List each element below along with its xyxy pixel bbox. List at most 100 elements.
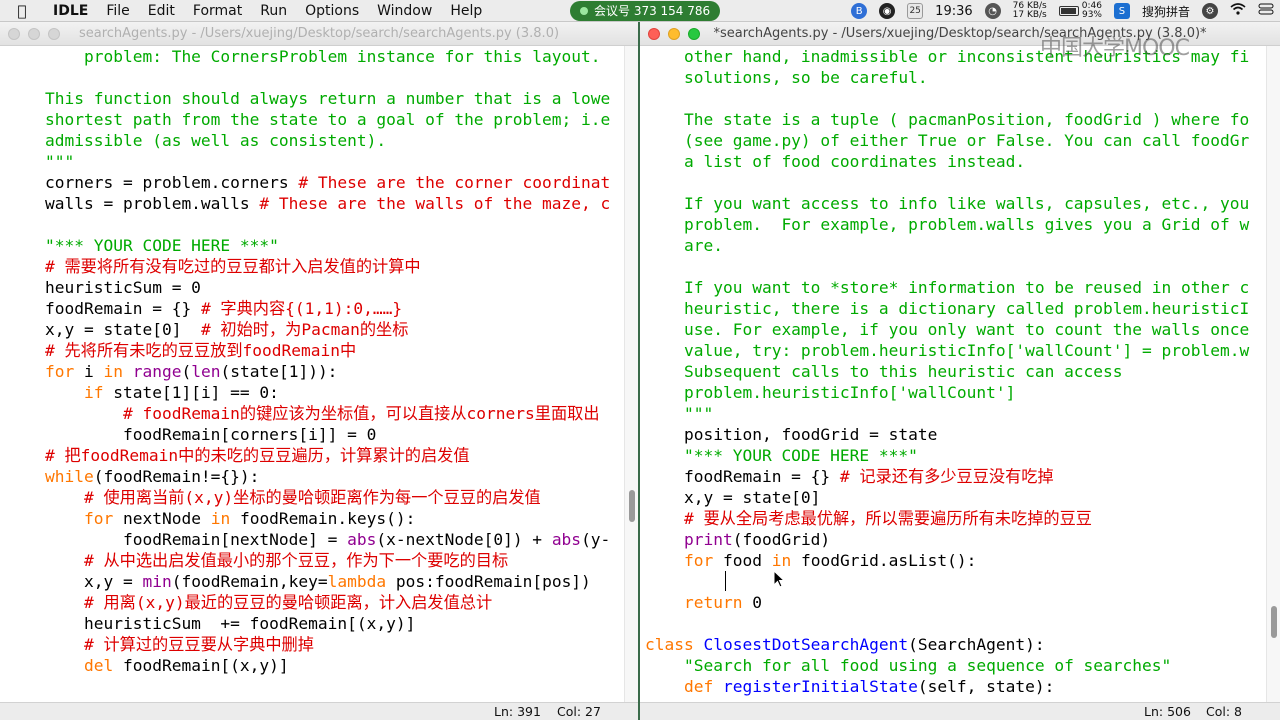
code-line[interactable]: del foodRemain[(x,y)] xyxy=(0,655,624,676)
code-line[interactable]: print(foodGrid) xyxy=(640,529,1266,550)
code-line[interactable]: admissible (as well as consistent). xyxy=(0,130,624,151)
code-line[interactable]: heuristicSum = 0 xyxy=(0,277,624,298)
apple-menu-icon[interactable]:  xyxy=(0,2,44,20)
code-line[interactable]: # 把foodRemain中的未吃的豆豆遍历，计算累计的启发值 xyxy=(0,445,624,466)
code-line[interactable]: foodRemain[corners[i]] = 0 xyxy=(0,424,624,445)
code-line[interactable]: walls = problem.walls # These are the wa… xyxy=(0,193,624,214)
code-line[interactable] xyxy=(0,214,624,235)
code-line[interactable]: x,y = state[0] xyxy=(640,487,1266,508)
wifi-icon[interactable] xyxy=(1230,3,1246,19)
meeting-badge[interactable]: 会议号 373 154 786 xyxy=(570,1,721,21)
code-line[interactable]: class ClosestDotSearchAgent(SearchAgent)… xyxy=(640,634,1266,655)
status-area: B ◉ 25 19:36 ◔ 76 KB/s 17 KB/s 0:46 93% S… xyxy=(851,0,1274,22)
code-line[interactable]: corners = problem.corners # These are th… xyxy=(0,172,624,193)
vertical-scrollbar[interactable] xyxy=(624,46,638,702)
title-bar[interactable]: searchAgents.py - /Users/xuejing/Desktop… xyxy=(0,22,638,46)
code-line[interactable]: def registerInitialState(self, state): xyxy=(640,676,1266,697)
zoom-icon[interactable] xyxy=(48,28,60,40)
code-line[interactable]: The state is a tuple ( pacmanPosition, f… xyxy=(640,109,1266,130)
code-line[interactable]: If you want to *store* information to be… xyxy=(640,277,1266,298)
code-line[interactable]: "*** YOUR CODE HERE ***" xyxy=(640,445,1266,466)
code-token: # 要从全局考虑最优解，所以需要遍历所有未吃掉的豆豆 xyxy=(683,509,1092,528)
code-token: min xyxy=(142,572,172,591)
code-line[interactable]: while(foodRemain!={}): xyxy=(0,466,624,487)
code-line[interactable]: value, try: problem.heuristicInfo['wallC… xyxy=(640,340,1266,361)
code-line[interactable]: # 需要将所有没有吃过的豆豆都计入启发值的计算中 xyxy=(0,256,624,277)
camera-app-icon[interactable]: ◉ xyxy=(879,3,896,19)
code-token: ( xyxy=(181,362,192,381)
scrollbar-thumb[interactable] xyxy=(629,490,635,522)
minimize-icon[interactable] xyxy=(668,28,680,40)
code-line[interactable]: # foodRemain的键应该为坐标值，可以直接从corners里面取出 xyxy=(0,403,624,424)
code-line[interactable]: "Search for all food using a sequence of… xyxy=(640,655,1266,676)
sogou-ime-icon[interactable]: S xyxy=(1113,3,1130,19)
code-line[interactable]: Subsequent calls to this heuristic can a… xyxy=(640,361,1266,382)
code-line[interactable]: problem. For example, problem.walls give… xyxy=(640,214,1266,235)
code-line[interactable]: for food in foodGrid.asList(): xyxy=(640,550,1266,571)
menu-app-name[interactable]: IDLE xyxy=(44,3,97,19)
code-line[interactable]: (see game.py) of either True or False. Y… xyxy=(640,130,1266,151)
battery-status[interactable]: 0:46 93% xyxy=(1058,2,1102,20)
zoom-icon[interactable] xyxy=(688,28,700,40)
scrollbar-thumb[interactable] xyxy=(1271,606,1277,638)
menu-help[interactable]: Help xyxy=(441,3,491,19)
code-line[interactable]: # 使用离当前(x,y)坐标的曼哈顿距离作为每一个豆豆的启发值 xyxy=(0,487,624,508)
settings-gear-icon[interactable]: ⚙ xyxy=(1202,3,1218,19)
code-line[interactable]: """ xyxy=(0,151,624,172)
menu-options[interactable]: Options xyxy=(296,3,368,19)
minimize-icon[interactable] xyxy=(28,28,40,40)
code-editor[interactable]: other hand, inadmissible or inconsistent… xyxy=(640,46,1266,702)
ime-name[interactable]: 搜狗拼音 xyxy=(1142,3,1190,20)
code-line[interactable]: foodRemain = {} # 记录还有多少豆豆没有吃掉 xyxy=(640,466,1266,487)
code-line[interactable]: heuristicSum += foodRemain[(x,y)] xyxy=(0,613,624,634)
code-line[interactable]: return 0 xyxy=(640,592,1266,613)
code-line[interactable]: if state[1][i] == 0: xyxy=(0,382,624,403)
code-line[interactable]: for nextNode in foodRemain.keys(): xyxy=(0,508,624,529)
menu-file[interactable]: File xyxy=(97,3,138,19)
clock-time[interactable]: 19:36 xyxy=(935,4,972,19)
code-line[interactable]: foodRemain = {} # 字典内容{(1,1):0,……} xyxy=(0,298,624,319)
code-line[interactable]: shortest path from the state to a goal o… xyxy=(0,109,624,130)
code-line[interactable]: # 先将所有未吃的豆豆放到foodRemain中 xyxy=(0,340,624,361)
vertical-scrollbar[interactable] xyxy=(1266,46,1280,702)
text-cursor xyxy=(725,571,726,591)
code-line[interactable]: x,y = state[0] # 初始时，为Pacman的坐标 xyxy=(0,319,624,340)
close-icon[interactable] xyxy=(648,28,660,40)
code-line[interactable] xyxy=(640,88,1266,109)
code-line[interactable]: This function should always return a num… xyxy=(0,88,624,109)
control-center-icon[interactable] xyxy=(1258,3,1274,19)
code-line[interactable]: # 从中选出启发值最小的那个豆豆，作为下一个要吃的目标 xyxy=(0,550,624,571)
menu-format[interactable]: Format xyxy=(184,3,251,19)
code-line[interactable] xyxy=(640,256,1266,277)
code-line[interactable]: "*** YOUR CODE HERE ***" xyxy=(0,235,624,256)
code-line[interactable]: problem: The CornersProblem instance for… xyxy=(0,46,624,67)
code-line[interactable]: heuristic, there is a dictionary called … xyxy=(640,298,1266,319)
code-line[interactable]: a list of food coordinates instead. xyxy=(640,151,1266,172)
code-line[interactable]: foodRemain[nextNode] = abs(x-nextNode[0]… xyxy=(0,529,624,550)
code-line[interactable]: position, foodGrid = state xyxy=(640,424,1266,445)
code-line[interactable]: are. xyxy=(640,235,1266,256)
code-line[interactable]: # 要从全局考虑最优解，所以需要遍历所有未吃掉的豆豆 xyxy=(640,508,1266,529)
code-line[interactable]: x,y = min(foodRemain,key=lambda pos:food… xyxy=(0,571,624,592)
code-line[interactable]: If you want access to info like walls, c… xyxy=(640,193,1266,214)
close-icon[interactable] xyxy=(8,28,20,40)
menu-run[interactable]: Run xyxy=(251,3,296,19)
calendar-icon[interactable]: 25 xyxy=(907,3,924,19)
menu-edit[interactable]: Edit xyxy=(139,3,184,19)
code-line[interactable]: problem.heuristicInfo['wallCount'] xyxy=(640,382,1266,403)
code-line[interactable]: use. For example, if you only want to co… xyxy=(640,319,1266,340)
code-line[interactable]: solutions, so be careful. xyxy=(640,67,1266,88)
code-line[interactable] xyxy=(0,67,624,88)
code-line[interactable]: # 用离(x,y)最近的豆豆的曼哈顿距离，计入启发值总计 xyxy=(0,592,624,613)
code-editor[interactable]: problem: The CornersProblem instance for… xyxy=(0,46,624,702)
bluetooth-icon[interactable]: B xyxy=(851,3,868,19)
menu-window[interactable]: Window xyxy=(368,3,441,19)
code-line[interactable] xyxy=(640,172,1266,193)
timer-icon[interactable]: ◔ xyxy=(984,3,1001,19)
code-line[interactable] xyxy=(640,613,1266,634)
code-line[interactable] xyxy=(640,571,1266,592)
code-token: position, foodGrid = state xyxy=(645,425,938,444)
code-line[interactable]: # 计算过的豆豆要从字典中删掉 xyxy=(0,634,624,655)
code-line[interactable]: """ xyxy=(640,403,1266,424)
code-line[interactable]: for i in range(len(state[1])): xyxy=(0,361,624,382)
